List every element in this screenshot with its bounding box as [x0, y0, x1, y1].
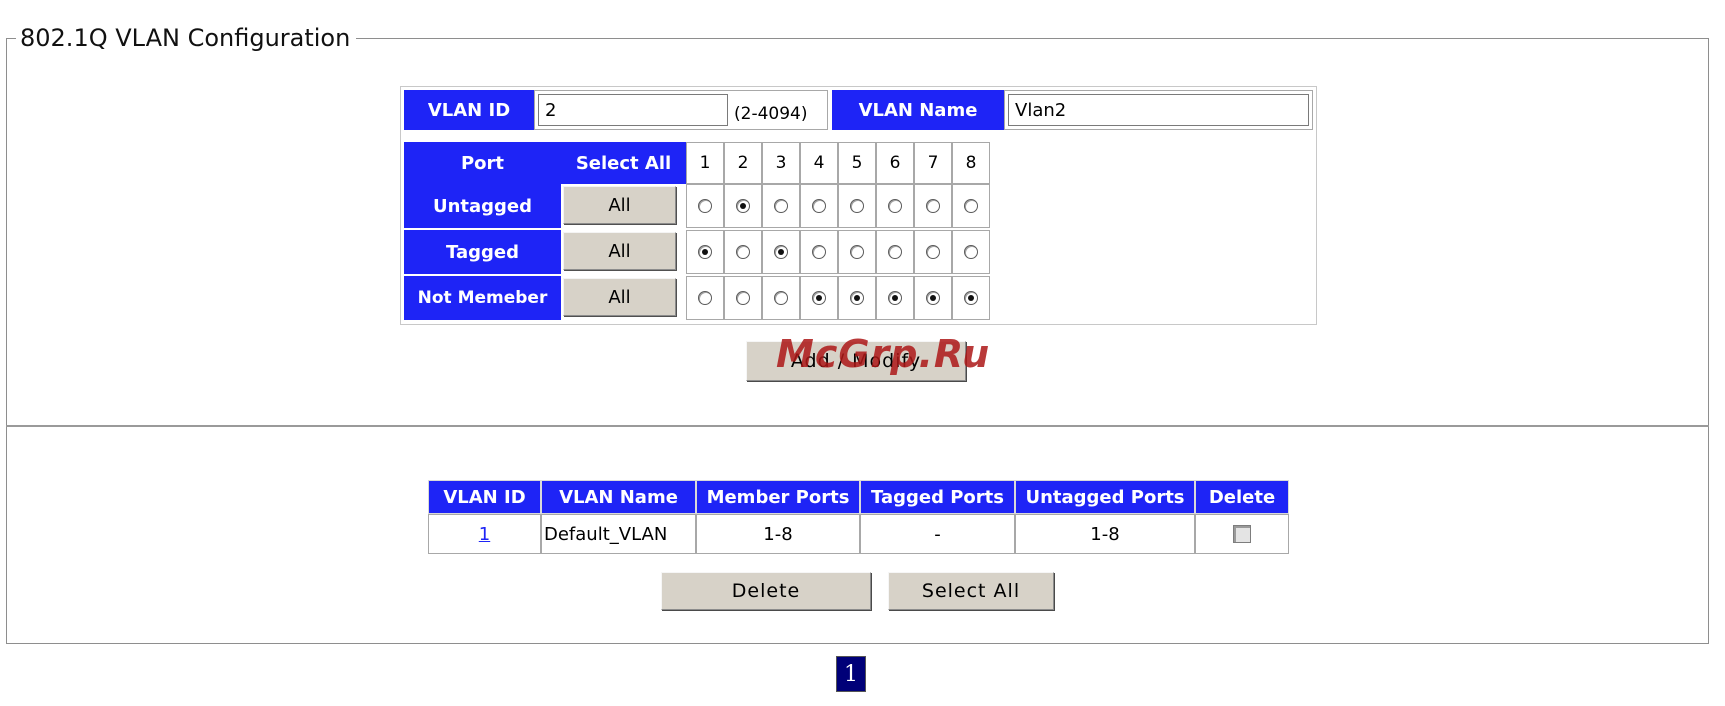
not-member-port-7-radio[interactable] — [926, 291, 940, 305]
watermark-logo: McGrp.Ru — [776, 332, 991, 376]
not-member-port-5-radio[interactable] — [850, 291, 864, 305]
fieldset-legend: 802.1Q VLAN Configuration — [16, 24, 357, 52]
tagged-port-2-cell — [724, 230, 762, 274]
not-member-port-6-cell — [876, 276, 914, 320]
untagged-port-3-cell — [762, 184, 800, 228]
not-member-port-8-radio[interactable] — [964, 291, 978, 305]
tagged-port-1-cell — [686, 230, 724, 274]
table-row-tagged-ports: - — [860, 514, 1015, 554]
not-member-port-6-radio[interactable] — [888, 291, 902, 305]
list-header-delete: Delete — [1195, 480, 1289, 514]
select-all-header: Select All — [561, 142, 686, 184]
delete-button[interactable]: Delete — [661, 572, 871, 610]
port-header: Port — [404, 142, 561, 184]
untagged-port-1-cell — [686, 184, 724, 228]
port-number-7: 7 — [914, 142, 952, 184]
tagged-port-8-radio[interactable] — [964, 245, 978, 259]
port-number-5: 5 — [838, 142, 876, 184]
delete-checkbox[interactable] — [1233, 525, 1251, 543]
tagged-port-1-radio[interactable] — [698, 245, 712, 259]
untagged-port-4-cell — [800, 184, 838, 228]
section-divider — [6, 425, 1709, 427]
table-row-vlan-id-cell: 1 — [428, 514, 541, 554]
table-row-vlan-name: Default_VLAN — [541, 514, 696, 554]
not-member-port-5-cell — [838, 276, 876, 320]
port-number-2: 2 — [724, 142, 762, 184]
not-member-port-4-cell — [800, 276, 838, 320]
table-row-untagged-ports: 1-8 — [1015, 514, 1195, 554]
not-member-port-2-radio[interactable] — [736, 291, 750, 305]
untagged-port-4-radio[interactable] — [812, 199, 826, 213]
select-all-button[interactable]: Select All — [888, 572, 1054, 610]
port-number-3: 3 — [762, 142, 800, 184]
not-member-row-label: Not Memeber — [404, 276, 561, 320]
vlan-1-link[interactable]: 1 — [479, 524, 490, 545]
untagged-port-6-radio[interactable] — [888, 199, 902, 213]
not-member-port-3-radio[interactable] — [774, 291, 788, 305]
untagged-port-1-radio[interactable] — [698, 199, 712, 213]
not-member-port-8-cell — [952, 276, 990, 320]
untagged-port-5-radio[interactable] — [850, 199, 864, 213]
untagged-port-5-cell — [838, 184, 876, 228]
list-header-vlan-name: VLAN Name — [541, 480, 696, 514]
tagged-port-7-radio[interactable] — [926, 245, 940, 259]
list-header-untagged-ports: Untagged Ports — [1015, 480, 1195, 514]
tagged-port-7-cell — [914, 230, 952, 274]
untagged-port-6-cell — [876, 184, 914, 228]
list-header-vlan-id: VLAN ID — [428, 480, 541, 514]
list-header-tagged-ports: Tagged Ports — [860, 480, 1015, 514]
page-number-badge: 1 — [836, 656, 866, 692]
untagged-port-3-radio[interactable] — [774, 199, 788, 213]
untagged-all-button[interactable]: All — [563, 186, 676, 224]
table-row-delete-cell — [1195, 514, 1289, 554]
vlan-id-range-hint: (2-4094) — [734, 104, 808, 124]
tagged-port-5-radio[interactable] — [850, 245, 864, 259]
untagged-port-8-cell — [952, 184, 990, 228]
tagged-port-4-radio[interactable] — [812, 245, 826, 259]
tagged-port-6-cell — [876, 230, 914, 274]
tagged-port-4-cell — [800, 230, 838, 274]
tagged-port-6-radio[interactable] — [888, 245, 902, 259]
vlan-id-label: VLAN ID — [404, 90, 534, 130]
untagged-port-8-radio[interactable] — [964, 199, 978, 213]
tagged-port-5-cell — [838, 230, 876, 274]
untagged-port-2-cell — [724, 184, 762, 228]
tagged-all-button[interactable]: All — [563, 232, 676, 270]
vlan-id-input[interactable]: 2 — [538, 94, 728, 126]
not-member-port-7-cell — [914, 276, 952, 320]
not-member-port-3-cell — [762, 276, 800, 320]
vlan-name-input[interactable]: Vlan2 — [1008, 94, 1309, 126]
not-member-port-1-cell — [686, 276, 724, 320]
tagged-row-label: Tagged — [404, 230, 561, 274]
list-header-member-ports: Member Ports — [696, 480, 860, 514]
table-row-member-ports: 1-8 — [696, 514, 860, 554]
not-member-all-button[interactable]: All — [563, 278, 676, 316]
port-number-8: 8 — [952, 142, 990, 184]
vlan-name-label: VLAN Name — [832, 90, 1004, 130]
not-member-port-2-cell — [724, 276, 762, 320]
tagged-port-8-cell — [952, 230, 990, 274]
tagged-port-3-radio[interactable] — [774, 245, 788, 259]
untagged-port-7-cell — [914, 184, 952, 228]
port-number-6: 6 — [876, 142, 914, 184]
tagged-port-2-radio[interactable] — [736, 245, 750, 259]
untagged-row-label: Untagged — [404, 184, 561, 228]
untagged-port-7-radio[interactable] — [926, 199, 940, 213]
port-number-4: 4 — [800, 142, 838, 184]
not-member-port-1-radio[interactable] — [698, 291, 712, 305]
untagged-port-2-radio[interactable] — [736, 199, 750, 213]
not-member-port-4-radio[interactable] — [812, 291, 826, 305]
tagged-port-3-cell — [762, 230, 800, 274]
port-number-1: 1 — [686, 142, 724, 184]
